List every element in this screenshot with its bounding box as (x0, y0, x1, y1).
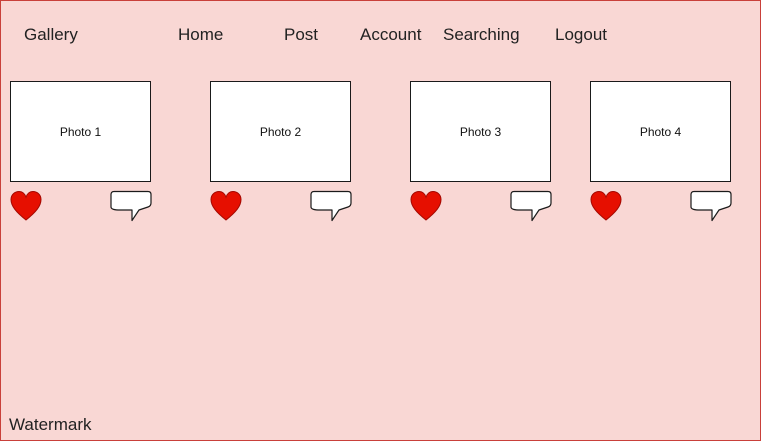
speech-bubble-icon[interactable] (690, 190, 732, 222)
heart-icon[interactable] (590, 190, 622, 222)
nav-account-link[interactable]: Account (360, 25, 421, 45)
speech-bubble-icon[interactable] (510, 190, 552, 222)
photo-card-4[interactable]: Photo 4 (590, 81, 731, 182)
heart-icon[interactable] (210, 190, 242, 222)
speech-bubble-icon[interactable] (110, 190, 152, 222)
watermark-text: Watermark (9, 415, 92, 434)
photo-label: Photo 4 (639, 124, 682, 139)
photo-card-2[interactable]: Photo 2 (210, 81, 351, 182)
heart-icon[interactable] (10, 190, 42, 222)
speech-bubble-icon[interactable] (310, 190, 352, 222)
photo-label: Photo 2 (259, 124, 302, 139)
nav-post-link[interactable]: Post (284, 25, 318, 45)
photo-label: Photo 1 (59, 124, 102, 139)
nav-home-link[interactable]: Home (178, 25, 223, 45)
photo-label: Photo 3 (459, 124, 502, 139)
photo-card-1[interactable]: Photo 1 (10, 81, 151, 182)
photo-card-3[interactable]: Photo 3 (410, 81, 551, 182)
heart-icon[interactable] (410, 190, 442, 222)
nav-searching-link[interactable]: Searching (443, 25, 520, 45)
gallery-page: Gallery Home Post Account Searching Logo… (0, 0, 761, 441)
nav-brand-gallery[interactable]: Gallery (24, 25, 78, 45)
nav-logout-link[interactable]: Logout (555, 25, 607, 45)
